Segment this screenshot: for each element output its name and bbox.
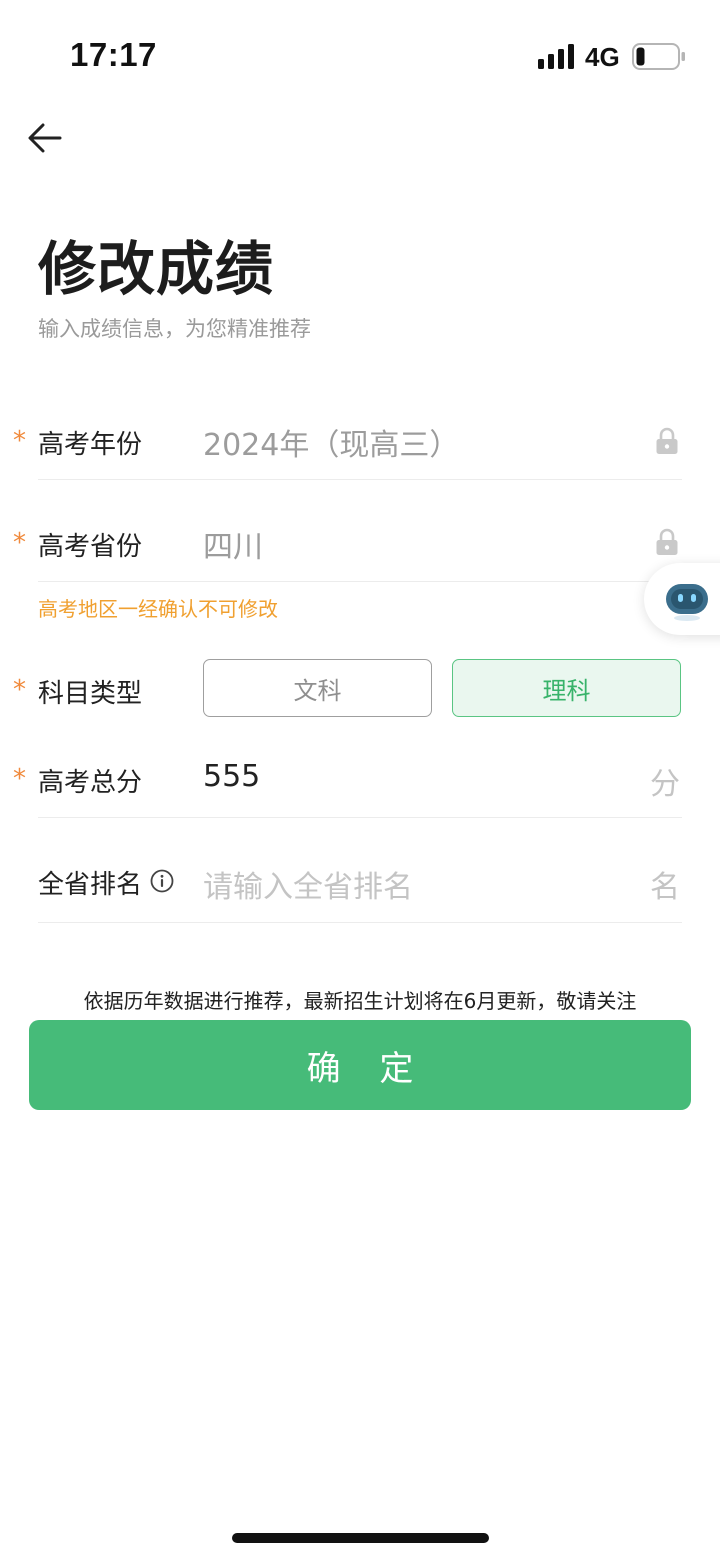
info-icon[interactable] <box>150 869 174 893</box>
back-arrow-icon[interactable] <box>22 116 70 160</box>
divider <box>38 922 682 923</box>
page-title: 修改成绩 <box>38 235 275 303</box>
status-time: 17:17 <box>70 36 157 73</box>
rank-unit: 名 <box>650 870 680 905</box>
divider <box>38 479 682 480</box>
robot-icon <box>666 584 708 621</box>
cellular-signal-icon <box>538 44 574 69</box>
page-subtitle: 输入成绩信息，为您精准推荐 <box>38 317 311 341</box>
network-type: 4G <box>585 42 620 72</box>
rank-label: 全省排名 <box>38 870 143 900</box>
required-mark: * <box>13 675 26 705</box>
confirm-button[interactable]: 确 定 <box>29 1020 691 1110</box>
required-mark: * <box>13 528 26 558</box>
edit-score-page: 17:17 4G 修改成绩 输入成绩信息，为您精准推荐 * 高考年份 2024年… <box>0 0 720 1559</box>
update-notice: 依据历年数据进行推荐，最新招生计划将在6月更新，敬请关注 <box>83 989 637 1013</box>
province-value: 四川 <box>203 530 263 565</box>
subject-option-liberal-arts[interactable]: 文科 <box>203 659 432 717</box>
lock-icon <box>656 528 678 555</box>
assistant-bot-button[interactable] <box>644 563 720 635</box>
subject-option-science[interactable]: 理科 <box>452 659 681 717</box>
required-mark: * <box>13 764 26 794</box>
subject-label: 科目类型 <box>38 679 143 709</box>
required-mark: * <box>13 426 26 456</box>
score-label: 高考总分 <box>38 768 143 798</box>
lock-icon <box>656 427 678 454</box>
rank-input[interactable]: 请输入全省排名 <box>203 862 413 906</box>
battery-icon <box>632 43 685 70</box>
divider <box>38 817 682 818</box>
score-input[interactable]: 555 <box>203 759 260 794</box>
divider <box>38 581 682 582</box>
province-label: 高考省份 <box>38 532 143 562</box>
province-lock-hint: 高考地区一经确认不可修改 <box>38 597 278 621</box>
year-value: 2024年（现高三） <box>203 428 460 463</box>
score-unit: 分 <box>650 767 680 802</box>
year-label: 高考年份 <box>38 430 143 460</box>
home-indicator <box>232 1533 489 1543</box>
